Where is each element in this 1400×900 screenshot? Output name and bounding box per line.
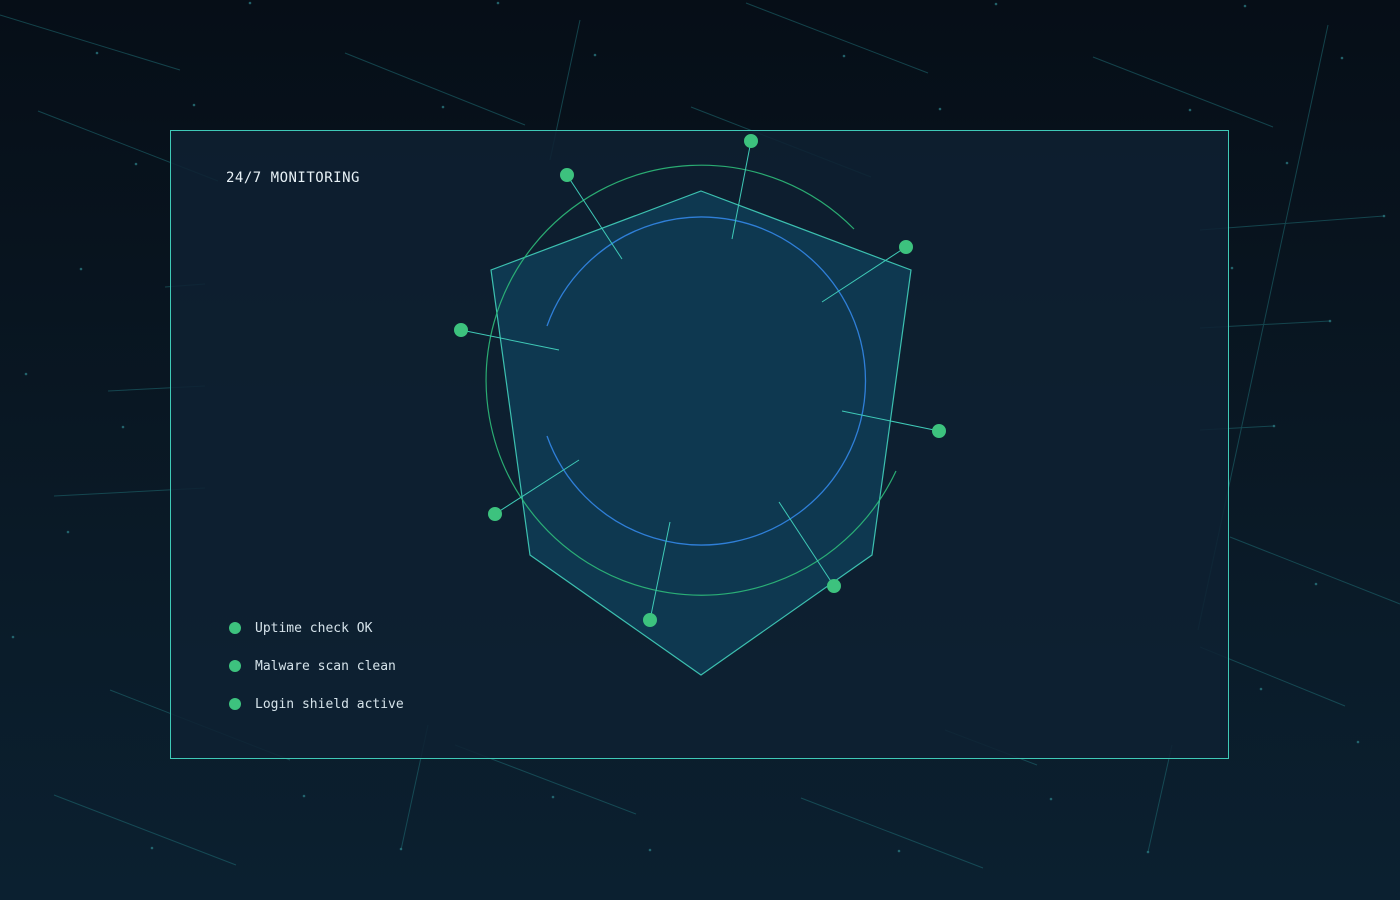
status-dot-icon — [229, 622, 241, 634]
status-item-malware: Malware scan clean — [229, 647, 404, 685]
network-node-icon — [454, 323, 468, 337]
status-label: Uptime check OK — [255, 620, 373, 636]
network-node-icon — [488, 507, 502, 521]
status-dot-icon — [229, 660, 241, 672]
network-node-icon — [643, 613, 657, 627]
network-node-icon — [744, 134, 758, 148]
status-item-login-shield: Login shield active — [229, 685, 404, 723]
monitoring-panel: 24/7 MONITORING Uptime check OK Malware … — [170, 130, 1229, 759]
network-node-icon — [899, 240, 913, 254]
network-node-icon — [827, 579, 841, 593]
status-dot-icon — [229, 698, 241, 710]
status-list: Uptime check OK Malware scan clean Login… — [229, 609, 404, 723]
network-node-icon — [560, 168, 574, 182]
shield-icon — [490, 190, 912, 676]
network-node-icon — [932, 424, 946, 438]
status-item-uptime: Uptime check OK — [229, 609, 404, 647]
status-label: Login shield active — [255, 696, 404, 712]
status-label: Malware scan clean — [255, 658, 396, 674]
